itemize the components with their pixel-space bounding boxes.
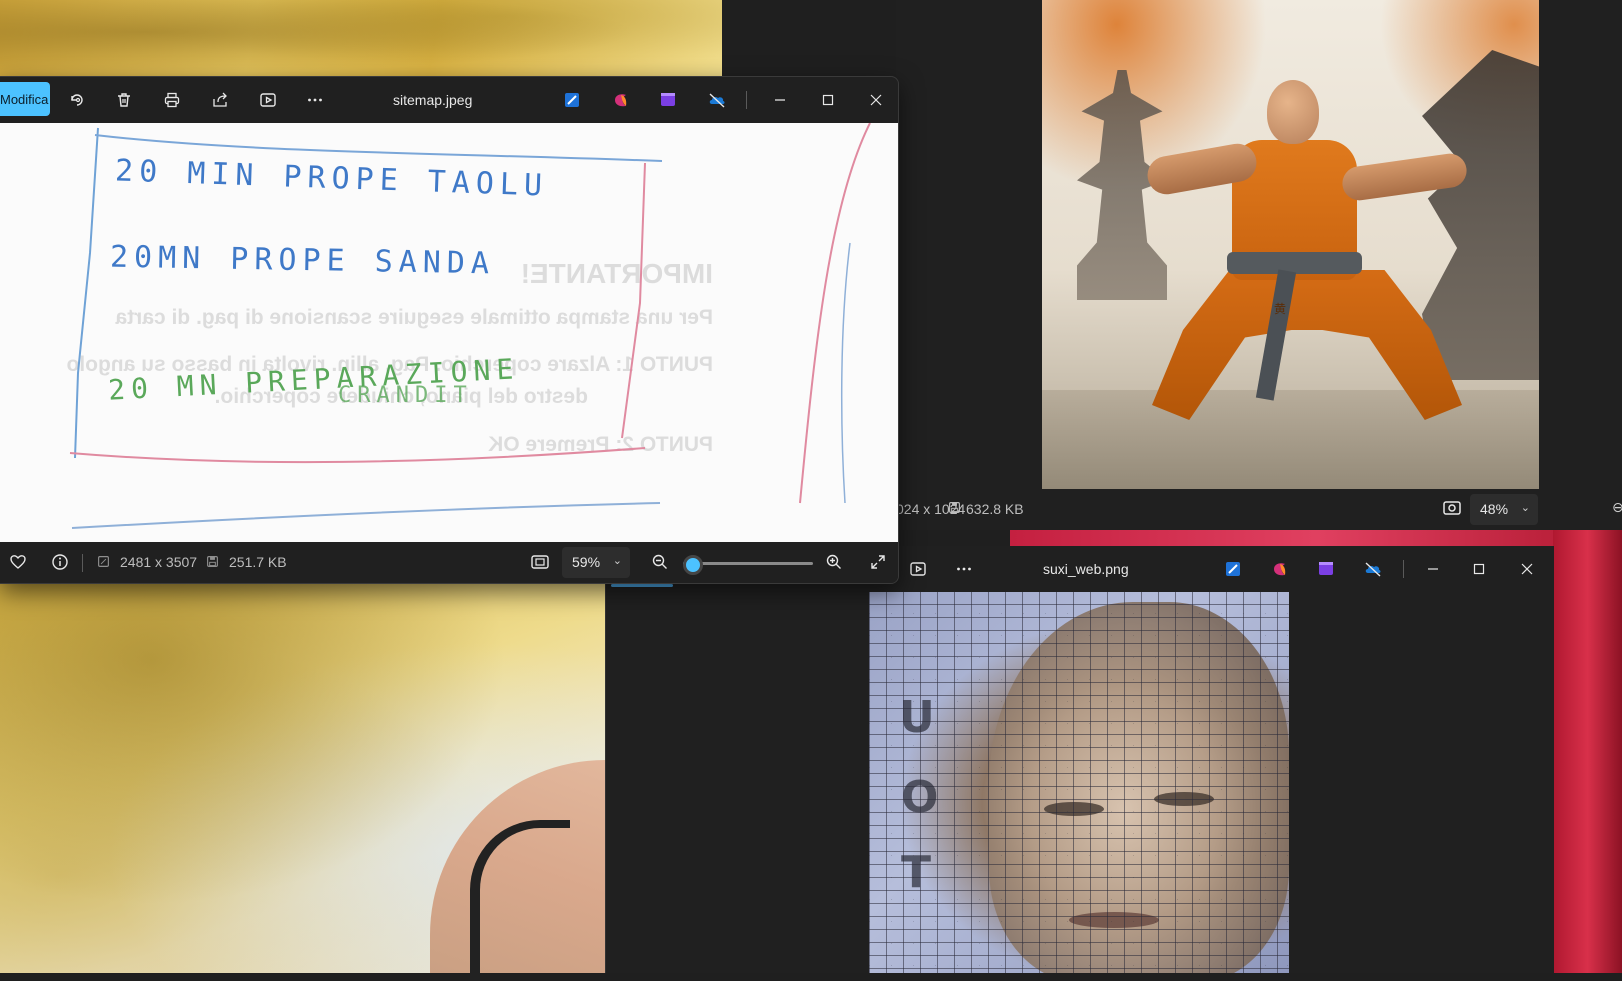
monk-head <box>1267 80 1319 144</box>
info-icon <box>51 553 69 571</box>
zoom-dropdown[interactable]: 48% ⌄ <box>1470 494 1538 525</box>
onedrive-app-icon <box>708 91 726 109</box>
edit-button[interactable]: Modifica <box>0 82 50 116</box>
chevron-down-icon: ⌄ <box>612 555 622 567</box>
maximize-icon <box>1470 560 1488 578</box>
zoom-in-button[interactable] <box>825 553 843 571</box>
photo-edit-app-icon <box>563 91 581 109</box>
clipchamp-app-button[interactable] <box>653 85 683 115</box>
status-bar-monk: 024 x 1024 632.8 KB 48% ⌄ ⊖ <box>896 489 1622 530</box>
onedrive-app-icon <box>1364 560 1382 578</box>
handwriting-line-2: 20MN PROPE SANDA <box>109 239 496 282</box>
suxi-mosaic-image: U O T <box>869 592 1289 973</box>
designer-app-button[interactable] <box>1265 554 1295 584</box>
fit-to-window-button[interactable] <box>530 553 550 571</box>
close-button[interactable] <box>861 85 891 115</box>
more-icon <box>955 560 973 578</box>
dimensions-icon <box>97 555 110 568</box>
slideshow-button[interactable] <box>253 85 283 115</box>
temple-right <box>1422 50 1539 380</box>
minimize-button[interactable] <box>1418 554 1448 584</box>
close-icon <box>1518 560 1536 578</box>
zoom-value: 48% <box>1480 501 1509 517</box>
photo-edit-app-icon <box>1224 560 1242 578</box>
slideshow-icon <box>909 560 927 578</box>
status-separator <box>82 554 83 572</box>
desktop-background-red-strip <box>1010 530 1622 546</box>
fullscreen-icon <box>869 553 887 571</box>
slideshow-icon <box>259 91 277 109</box>
minimize-button[interactable] <box>765 85 795 115</box>
onedrive-app-button[interactable] <box>1358 554 1388 584</box>
image-dimensions: 2481 x 3507 <box>120 554 198 570</box>
edit-tab-indicator <box>611 584 673 587</box>
fit-to-window-icon <box>530 553 550 571</box>
maximize-button[interactable] <box>813 85 843 115</box>
close-button[interactable] <box>1512 554 1542 584</box>
more-icon <box>306 91 324 109</box>
print-button[interactable] <box>157 85 187 115</box>
courtyard-ground <box>1042 390 1539 489</box>
maximize-button[interactable] <box>1464 554 1494 584</box>
print-icon <box>163 91 181 109</box>
sitemap-image: IMPORTANTE! Per una stampa ottimale eseg… <box>0 123 898 542</box>
trash-icon <box>115 91 133 109</box>
rotate-icon <box>68 91 86 109</box>
close-icon <box>867 91 885 109</box>
toolbar-sitemap: Modifica sitemap.jpeg <box>0 77 898 123</box>
onedrive-app-button[interactable] <box>702 85 732 115</box>
photo-edit-app-button[interactable] <box>1218 554 1248 584</box>
status-bar-sitemap: 2481 x 3507 251.7 KB 59% ⌄ <box>0 542 898 583</box>
fullscreen-button[interactable] <box>869 553 887 571</box>
photo-viewer-window-suxi[interactable]: suxi_web.png U O T <box>605 546 1554 973</box>
zoom-out-button[interactable] <box>651 553 669 571</box>
file-size: 251.7 KB <box>229 554 287 570</box>
monk-belt <box>1227 252 1362 274</box>
minimize-icon <box>1424 560 1442 578</box>
window-title: suxi_web.png <box>1043 561 1129 577</box>
minimize-icon <box>771 91 789 109</box>
more-button[interactable] <box>300 85 330 115</box>
mosaic-tile-pattern <box>869 592 1289 973</box>
monk-emblem: 黄 <box>1274 302 1287 316</box>
file-size-icon <box>206 555 219 568</box>
chevron-down-icon: ⌄ <box>1520 502 1530 514</box>
zoom-slider-thumb[interactable] <box>683 555 704 575</box>
maximize-icon <box>819 91 837 109</box>
handwriting-line-4: CRANDIT <box>338 383 473 408</box>
file-size: 632.8 KB <box>966 501 1024 517</box>
monk-image: 黄 <box>1042 0 1539 489</box>
file-size-icon <box>948 501 961 514</box>
fit-to-window-icon[interactable] <box>1442 499 1462 517</box>
slideshow-button[interactable] <box>903 554 933 584</box>
zoom-out-icon[interactable]: ⊖ <box>1612 499 1622 516</box>
zoom-value: 59% <box>572 554 601 570</box>
zoom-dropdown[interactable]: 59% ⌄ <box>562 547 630 578</box>
rotate-button[interactable] <box>62 85 92 115</box>
desktop-background-top <box>0 0 722 80</box>
heart-icon <box>9 553 27 571</box>
share-button[interactable] <box>205 85 235 115</box>
edit-button-label: Modifica <box>0 91 49 107</box>
window-title: sitemap.jpeg <box>393 92 473 108</box>
designer-app-icon <box>1271 560 1289 578</box>
clipchamp-app-icon <box>659 91 677 109</box>
photo-edit-app-button[interactable] <box>557 85 587 115</box>
share-icon <box>211 91 229 109</box>
toolbar-separator <box>1403 560 1404 578</box>
photo-viewer-window-sitemap[interactable]: Modifica sitemap.jpeg IMPORTANTE! Per un… <box>0 76 899 584</box>
designer-app-icon <box>612 91 630 109</box>
clipchamp-app-button[interactable] <box>1311 554 1341 584</box>
favorite-button[interactable] <box>9 553 27 571</box>
clipchamp-app-icon <box>1317 560 1335 578</box>
file-info-button[interactable] <box>51 553 69 571</box>
desktop-background-red-right <box>1553 528 1622 973</box>
designer-app-button[interactable] <box>606 85 636 115</box>
more-button[interactable] <box>949 554 979 584</box>
toolbar-separator <box>746 91 747 109</box>
zoom-in-icon <box>825 553 843 571</box>
photo-viewer-window-monk[interactable]: 黄 024 x 1024 632.8 KB 48% ⌄ ⊖ <box>896 0 1622 530</box>
zoom-out-icon <box>651 553 669 571</box>
delete-button[interactable] <box>109 85 139 115</box>
